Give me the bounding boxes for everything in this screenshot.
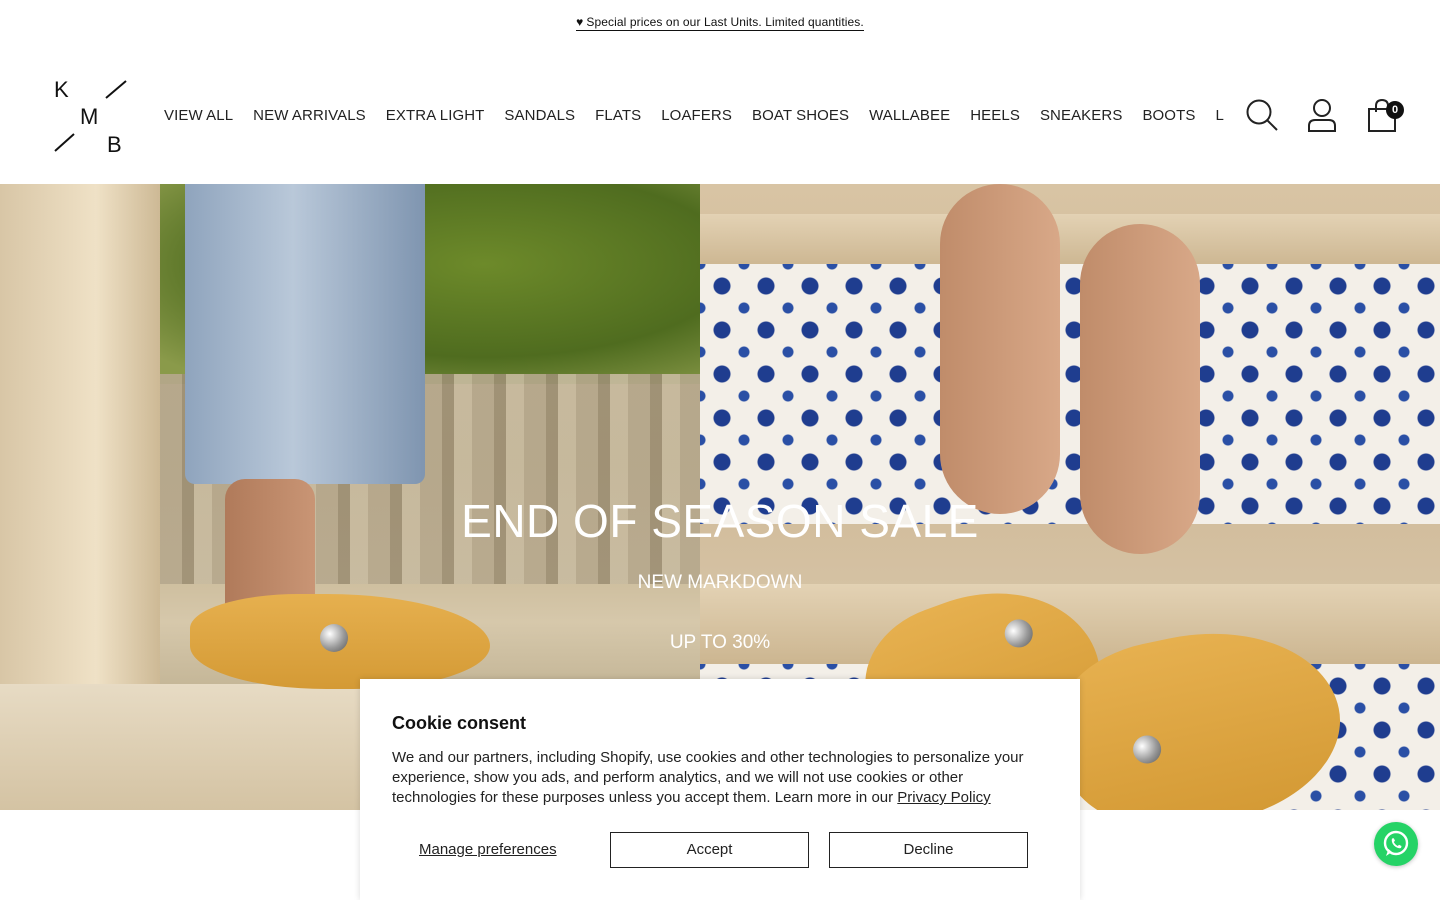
nav-sandals[interactable]: SANDALS (504, 104, 575, 128)
nav-loafers[interactable]: LOAFERS (661, 104, 732, 128)
nav-flats[interactable]: FLATS (595, 104, 641, 128)
main-nav: VIEW ALL NEW ARRIVALS EXTRA LIGHT SANDAL… (164, 104, 1224, 128)
search-icon (1246, 99, 1278, 131)
hero-subtitle: NEW MARKDOWN (637, 572, 803, 593)
brand-logo[interactable]: K M B (54, 77, 128, 157)
logo-letter-k: K (54, 80, 69, 102)
heart-icon: ♥ (576, 15, 584, 29)
account-button[interactable] (1305, 98, 1339, 132)
logo-letter-m: M (80, 104, 98, 129)
nav-last-units[interactable]: LAST UNITS (1215, 104, 1224, 128)
whatsapp-button[interactable] (1374, 822, 1418, 866)
announcement-text: Special prices on our Last Units. Limite… (586, 15, 864, 29)
announcement-link[interactable]: ♥ Special prices on our Last Units. Limit… (576, 15, 864, 31)
logo-letter-b: B (107, 132, 122, 152)
nav-new-arrivals[interactable]: NEW ARRIVALS (253, 104, 366, 128)
hero-title: END OF SEASON SALE (461, 495, 979, 547)
decline-button[interactable]: Decline (829, 832, 1028, 868)
nav-sneakers[interactable]: SNEAKERS (1040, 104, 1123, 128)
cart-count-badge: 0 (1386, 101, 1404, 119)
nav-view-all[interactable]: VIEW ALL (164, 104, 233, 128)
privacy-policy-link[interactable]: Privacy Policy (897, 789, 990, 806)
whatsapp-icon (1383, 830, 1409, 856)
cookie-consent-dialog: Cookie consent We and our partners, incl… (360, 679, 1080, 900)
cart-button[interactable]: 0 (1365, 98, 1404, 132)
logo-mark: K M B (54, 77, 127, 157)
cookie-actions: Manage preferences Accept Decline (392, 832, 1048, 868)
site-header: K M B VIEW ALL NEW ARRIVALS EXTRA LIGHT … (0, 46, 1440, 184)
account-icon (1308, 99, 1336, 132)
accept-button[interactable]: Accept (610, 832, 809, 868)
hero-discount: UP TO 30% (669, 632, 771, 653)
nav-boat-shoes[interactable]: BOAT SHOES (752, 104, 849, 128)
cookie-title: Cookie consent (392, 713, 527, 733)
nav-extra-light[interactable]: EXTRA LIGHT (386, 104, 485, 128)
nav-wallabee[interactable]: WALLABEE (869, 104, 950, 128)
manage-preferences-link[interactable]: Manage preferences (419, 832, 557, 868)
cookie-body: We and our partners, including Shopify, … (392, 748, 1042, 808)
search-button[interactable] (1245, 98, 1279, 132)
announcement-bar: ♥ Special prices on our Last Units. Limit… (0, 0, 1440, 46)
nav-heels[interactable]: HEELS (970, 104, 1020, 128)
nav-boots[interactable]: BOOTS (1142, 104, 1195, 128)
